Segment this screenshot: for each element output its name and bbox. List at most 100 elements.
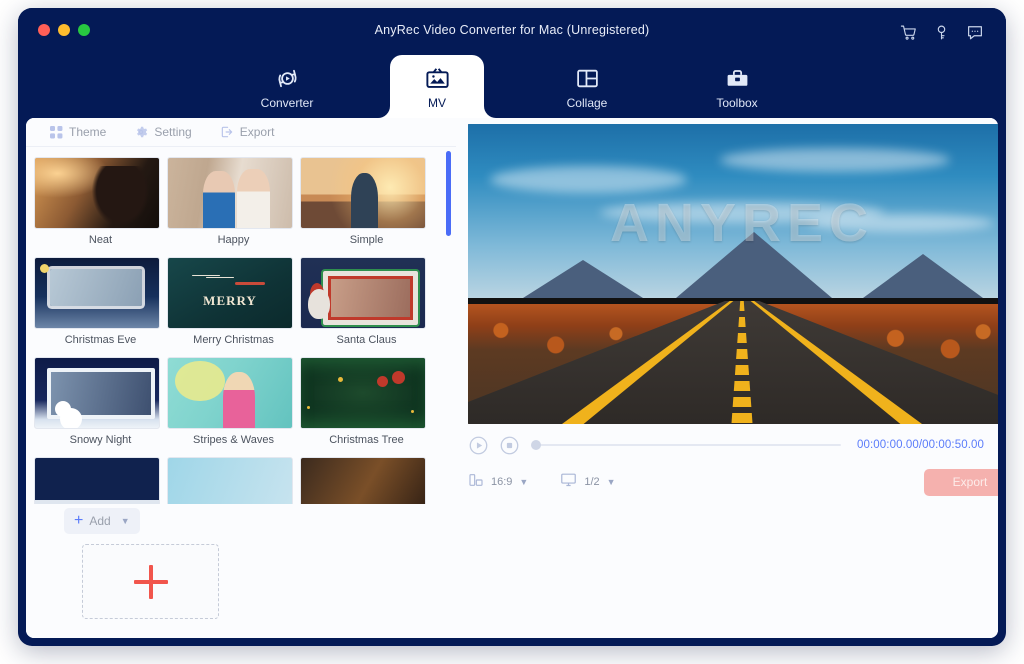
subtab-setting-label: Setting: [154, 125, 192, 139]
theme-thumbnail: [300, 457, 426, 504]
chat-icon[interactable]: [966, 23, 984, 41]
preview-road: [468, 301, 998, 424]
theme-list-scroll[interactable]: Neat Happy Simple Christmas Eve MERRY Me…: [26, 147, 456, 504]
progress-slider[interactable]: [531, 440, 841, 450]
content-area: Theme Setting Export Neat Happy Simple C…: [26, 118, 998, 638]
video-preview[interactable]: ANYREC: [468, 124, 998, 424]
player-controls: 00:00:00.00/00:00:50.00 16:9 ▼ 1/2 ▼ Exp…: [468, 430, 998, 496]
preview-mountain: [522, 260, 643, 298]
theme-label: Happy: [217, 234, 250, 246]
theme-thumbnail: [34, 457, 160, 504]
theme-thumbnail: [34, 257, 160, 329]
theme-label: Stripes & Waves: [193, 434, 274, 446]
theme-item-partial[interactable]: [167, 457, 300, 504]
tab-notch-right: [484, 106, 496, 118]
subtab-theme[interactable]: Theme: [36, 118, 120, 147]
title-bar: AnyRec Video Converter for Mac (Unregist…: [18, 8, 1006, 55]
theme-item-neat[interactable]: Neat: [34, 157, 167, 246]
plus-icon: +: [74, 512, 84, 529]
theme-item-partial[interactable]: [34, 457, 167, 504]
theme-label: Simple: [349, 234, 384, 246]
preview-mountain: [862, 254, 983, 298]
theme-item-santa-claus[interactable]: Santa Claus: [300, 257, 433, 346]
mv-icon: [424, 63, 451, 93]
progress-slider-knob[interactable]: [531, 440, 541, 450]
tab-converter[interactable]: Converter: [240, 55, 334, 118]
screen-scale-value: 1/2: [584, 476, 600, 488]
theme-thumbnail: [167, 457, 293, 504]
theme-thumbnail: [34, 157, 160, 229]
theme-thumbnail: [300, 157, 426, 229]
app-title: AnyRec Video Converter for Mac (Unregist…: [374, 23, 650, 37]
add-button-label: Add: [89, 514, 111, 528]
theme-item-simple[interactable]: Simple: [300, 157, 433, 246]
theme-item-christmas-eve[interactable]: Christmas Eve: [34, 257, 167, 346]
export-icon: [220, 125, 234, 139]
theme-scrollbar-thumb[interactable]: [446, 151, 451, 236]
theme-item-happy[interactable]: Happy: [167, 157, 300, 246]
gear-icon: [134, 125, 148, 139]
theme-label: Christmas Eve: [64, 334, 137, 346]
player-transport-row: 00:00:00.00/00:00:50.00: [468, 430, 998, 460]
chevron-down-icon[interactable]: ▼: [607, 477, 616, 487]
key-icon[interactable]: [933, 24, 950, 41]
tab-notch-left: [378, 106, 390, 118]
main-tabs: Converter MV Collage Toolbox: [18, 55, 1006, 118]
title-bar-icons: [900, 23, 984, 41]
main-nav-bar: Converter MV Collage Toolbox: [18, 55, 1006, 118]
toolbox-icon: [725, 63, 750, 93]
tab-mv-label: MV: [428, 96, 446, 110]
theme-item-partial[interactable]: [300, 457, 433, 504]
play-circle-icon[interactable]: [468, 435, 489, 456]
theme-thumbnail: [167, 257, 293, 329]
grid-icon: [50, 125, 63, 139]
subtab-export-label: Export: [239, 125, 275, 139]
tab-toolbox-label: Toolbox: [716, 96, 758, 110]
plus-icon: [133, 564, 168, 599]
sub-tab-bar: Theme Setting Export: [26, 118, 456, 147]
app-window: AnyRec Video Converter for Mac (Unregist…: [18, 8, 1006, 646]
subtab-theme-label: Theme: [69, 125, 107, 139]
preview-cloud: [489, 166, 688, 193]
aspect-ratio-value: 16:9: [491, 476, 513, 488]
tab-converter-label: Converter: [260, 96, 314, 110]
watermark: ANYREC: [609, 193, 875, 253]
aspect-ratio-icon[interactable]: [468, 472, 484, 493]
theme-thumbnail: [167, 357, 293, 429]
chevron-down-icon[interactable]: ▼: [121, 516, 130, 526]
add-bar: + Add ▼: [26, 504, 456, 538]
export-button[interactable]: Export: [924, 468, 998, 496]
theme-thumbnail: [167, 157, 293, 229]
theme-item-snowy-night[interactable]: Snowy Night: [34, 357, 167, 446]
theme-grid: Neat Happy Simple Christmas Eve MERRY Me…: [26, 147, 456, 504]
theme-label: Snowy Night: [69, 434, 132, 446]
theme-label: Santa Claus: [336, 334, 397, 346]
timecode: 00:00:00.00/00:00:50.00: [857, 439, 984, 451]
theme-label: Neat: [88, 234, 113, 246]
theme-label: Christmas Tree: [329, 434, 404, 446]
collage-icon: [575, 63, 600, 93]
theme-item-christmas-tree[interactable]: Christmas Tree: [300, 357, 433, 446]
cart-icon[interactable]: [900, 24, 917, 41]
theme-item-merry-christmas[interactable]: Merry Christmas: [167, 257, 300, 346]
tab-collage-label: Collage: [566, 96, 608, 110]
monitor-icon[interactable]: [560, 471, 577, 493]
subtab-setting[interactable]: Setting: [120, 118, 205, 147]
theme-label: Merry Christmas: [193, 334, 274, 346]
add-button[interactable]: + Add ▼: [64, 508, 140, 534]
theme-panel: Theme Setting Export Neat Happy Simple C…: [26, 118, 456, 638]
theme-thumbnail: [34, 357, 160, 429]
tab-mv[interactable]: MV: [378, 55, 496, 118]
tab-collage[interactable]: Collage: [540, 55, 634, 118]
subtab-export[interactable]: Export: [206, 118, 289, 147]
theme-thumbnail: [300, 257, 426, 329]
theme-item-stripes-waves[interactable]: Stripes & Waves: [167, 357, 300, 446]
player-options-row: 16:9 ▼ 1/2 ▼ Export: [468, 466, 998, 498]
chevron-down-icon[interactable]: ▼: [519, 477, 528, 487]
stop-circle-icon[interactable]: [499, 435, 520, 456]
preview-panel: ANYREC 00:00:00.00/00:00:50.00 16:9 ▼ 1/…: [456, 118, 998, 638]
theme-thumbnail: [300, 357, 426, 429]
media-dropzone[interactable]: [82, 544, 219, 619]
tab-toolbox[interactable]: Toolbox: [690, 55, 784, 118]
converter-icon: [275, 63, 300, 93]
